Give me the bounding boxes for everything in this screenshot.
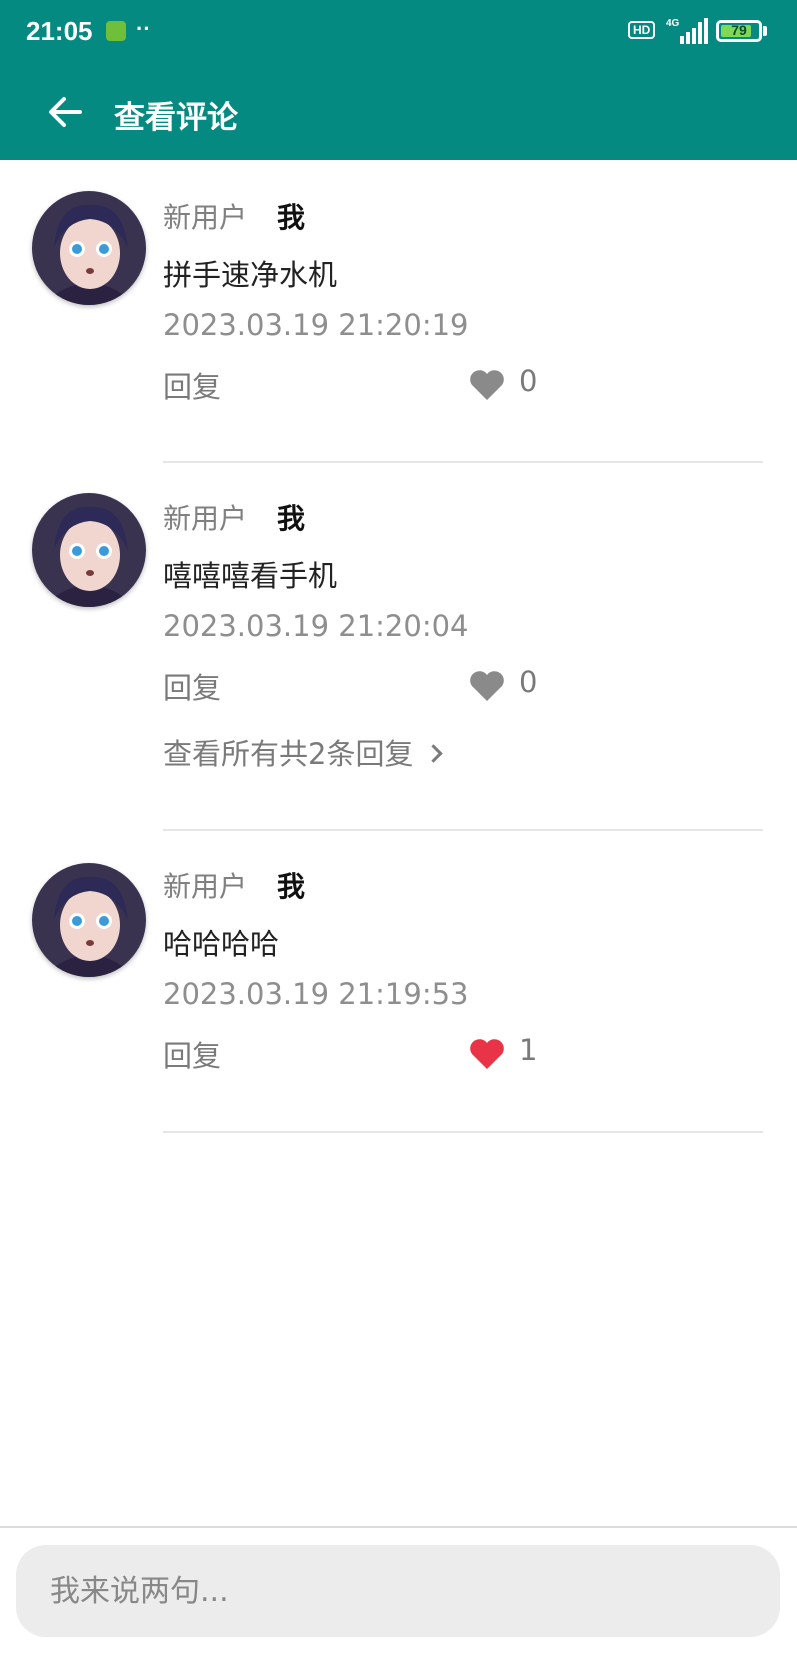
like-count: 0 [519,364,538,398]
username: 新用户 [163,502,248,535]
status-dots: ·· [136,16,151,41]
reply-button[interactable]: 回复 [163,1033,221,1075]
app-bar: 查看评论 [0,64,797,160]
status-time: 21:05 [26,16,93,46]
comment-input[interactable] [16,1545,780,1637]
avatar[interactable] [32,863,146,977]
comment-time: 2023.03.19 21:20:04 [163,609,469,643]
comment-text: 嘻嘻嘻看手机 [163,559,338,593]
view-replies-label: 查看所有共2条回复 [163,737,414,771]
page-title: 查看评论 [114,100,238,136]
status-bar: 21:05 ·· HD 4G 79 [0,0,797,64]
battery-icon: 79 [716,20,762,42]
comment-text: 拼手速净水机 [163,258,338,292]
self-tag: 我 [277,201,306,234]
self-tag: 我 [277,870,306,903]
network-type-label: 4G [666,18,680,29]
like-count: 1 [519,1033,538,1067]
heart-icon[interactable] [469,670,505,702]
comment-text: 哈哈哈哈 [163,927,280,961]
comment-item: 新用户 我 哈哈哈哈 2023.03.19 21:19:53 回复 1 [0,831,797,1133]
avatar[interactable] [32,493,146,607]
like-count: 0 [519,665,538,699]
username: 新用户 [163,870,248,903]
divider [163,1131,763,1133]
comment-time: 2023.03.19 21:20:19 [163,308,469,342]
hd-icon: HD [628,21,656,39]
view-all-replies-link[interactable]: 查看所有共2条回复 [163,731,444,773]
comment-item: 新用户 我 拼手速净水机 2023.03.19 21:20:19 回复 0 [0,160,797,463]
reply-button[interactable]: 回复 [163,665,221,707]
arrow-left-icon[interactable] [44,90,88,134]
signal-icon: 4G [666,18,708,44]
heart-icon[interactable] [469,1038,505,1070]
self-tag: 我 [277,502,306,535]
reply-button[interactable]: 回复 [163,364,221,406]
app-notification-icon [106,21,126,41]
comment-time: 2023.03.19 21:19:53 [163,977,469,1011]
input-divider [0,1526,797,1528]
comment-item: 新用户 我 嘻嘻嘻看手机 2023.03.19 21:20:04 回复 0 查看… [0,463,797,831]
username: 新用户 [163,201,248,234]
chevron-right-icon [424,744,444,763]
heart-icon[interactable] [469,369,505,401]
battery-level: 79 [731,22,747,38]
avatar[interactable] [32,191,146,305]
